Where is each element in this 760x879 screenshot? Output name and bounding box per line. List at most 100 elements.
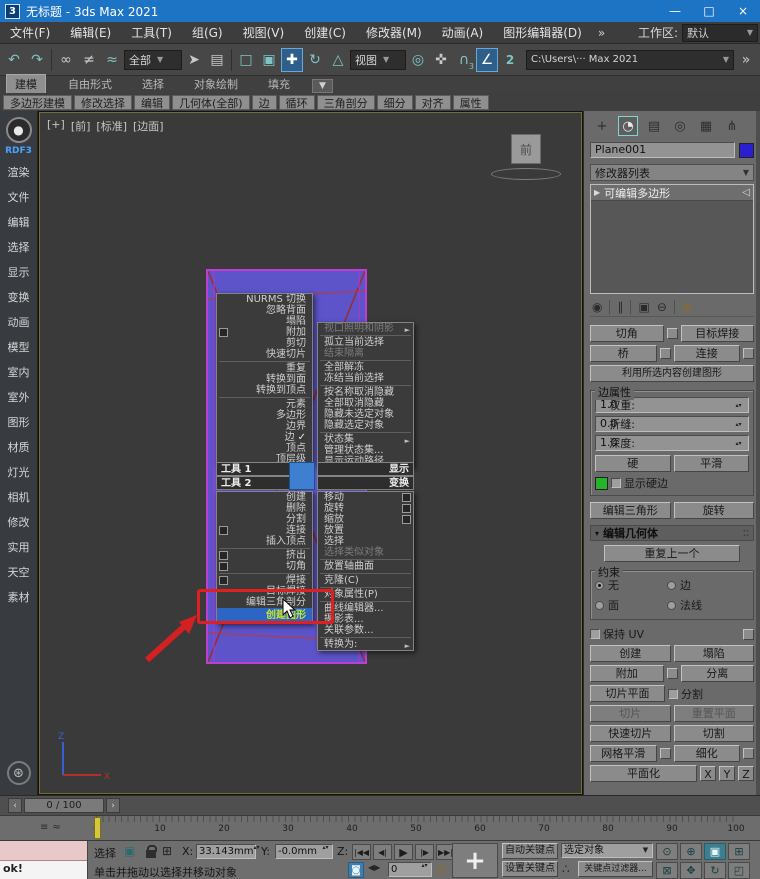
- select-and-link-icon[interactable]: ∞: [55, 48, 77, 72]
- ribbon-panel-button[interactable]: 对齐: [414, 94, 451, 110]
- settings-box-icon[interactable]: [402, 504, 411, 513]
- preserve-uv-settings-icon[interactable]: [743, 628, 754, 640]
- key-filters-button[interactable]: 关键点过滤器...: [578, 861, 653, 877]
- ribbon-tab[interactable]: 填充: [260, 75, 298, 93]
- maximize-button[interactable]: □: [692, 0, 726, 22]
- plugin-menu-item[interactable]: 文件: [0, 185, 37, 210]
- quad-menu-item[interactable]: 转换到顶点: [217, 385, 312, 396]
- y-coordinate-field[interactable]: -0.0mm ▴▾: [275, 844, 333, 859]
- menu-item[interactable]: 创建(C): [294, 22, 356, 44]
- chamfer-settings-icon[interactable]: [666, 328, 678, 339]
- prev-range-button[interactable]: ‹: [8, 798, 22, 813]
- time-slider[interactable]: [94, 817, 101, 839]
- ribbon-panel-button[interactable]: 边: [251, 94, 277, 110]
- quad-menu-item[interactable]: 状态集: [318, 434, 413, 445]
- auto-key-button[interactable]: 自动关键点: [502, 843, 558, 859]
- cut-button[interactable]: 切割: [673, 725, 754, 742]
- settings-box-icon[interactable]: [219, 562, 228, 571]
- plugin-menu-item[interactable]: 相机: [0, 485, 37, 510]
- preserve-uv-checkbox[interactable]: [590, 629, 600, 639]
- quad-menu-item[interactable]: 关联参数...: [318, 625, 413, 636]
- menu-item[interactable]: 组(G): [182, 22, 233, 44]
- quad-menu-item[interactable]: 按名称取消隐藏: [318, 387, 413, 398]
- plugin-menu-item[interactable]: 室外: [0, 385, 37, 410]
- expand-arrow-icon[interactable]: ▶: [594, 188, 600, 197]
- settings-box-icon[interactable]: [219, 551, 228, 560]
- ribbon-tab[interactable]: 对象绘制: [186, 75, 246, 93]
- play-button[interactable]: ▶: [394, 844, 413, 860]
- next-frame-button[interactable]: |▶: [415, 844, 434, 860]
- viewport[interactable]: [+] [前] [标准] [边面] 前 NURMS 切换 忽略背面 塌陷 附加 剪切 快速…: [38, 111, 583, 795]
- quad-menu-item[interactable]: 塌陷: [217, 316, 312, 327]
- plugin-menu-item[interactable]: 选择: [0, 235, 37, 260]
- reset-plane-button[interactable]: 重置平面: [673, 705, 754, 722]
- time-ruler[interactable]: ≡ ≈ 0102030405060708090100: [0, 815, 760, 840]
- plugin-menu-item[interactable]: 模型: [0, 335, 37, 360]
- display-hard-edges-checkbox[interactable]: [611, 478, 621, 488]
- ribbon-tab[interactable]: 自由形式: [60, 75, 120, 93]
- stack-visibility-icon[interactable]: ◁: [742, 187, 750, 198]
- select-and-move-button[interactable]: ✚: [281, 47, 303, 72]
- plugin-menu-item[interactable]: 灯光: [0, 460, 37, 485]
- pin-stack-icon[interactable]: ◉: [592, 300, 602, 314]
- undo-button[interactable]: ↶: [3, 48, 25, 72]
- use-pivot-center-icon[interactable]: ◎: [407, 48, 429, 72]
- ribbon-panel-button[interactable]: 几何体(全部): [172, 94, 250, 110]
- quad-menu-item[interactable]: 管理状态集...: [318, 445, 413, 456]
- constraint-edge-radio[interactable]: 边: [667, 577, 739, 593]
- ribbon-panel-button[interactable]: 多边形建模: [3, 94, 72, 110]
- listener-macro-row[interactable]: [0, 841, 87, 861]
- plugin-menu-item[interactable]: 变换: [0, 285, 37, 310]
- quickslice-button[interactable]: 快速切片: [590, 725, 671, 742]
- viewcube[interactable]: 前: [511, 134, 541, 164]
- viewport-menu-plus[interactable]: [+]: [47, 118, 65, 134]
- create-shape-button[interactable]: 利用所选内容创建图形: [590, 365, 754, 382]
- quad-menu-item[interactable]: 选择类似对象: [318, 547, 413, 558]
- modifier-stack-row[interactable]: ▶ 可编辑多边形 ◁: [591, 185, 753, 201]
- settings-box-icon[interactable]: [402, 493, 411, 502]
- quad-menu-item[interactable]: 剪切: [217, 338, 312, 349]
- quad-menu-item[interactable]: 挤出: [217, 550, 312, 561]
- spinner-arrows-icon[interactable]: ▴▾: [733, 421, 744, 428]
- modify-tab-icon[interactable]: ◔: [618, 116, 638, 136]
- absolute-offset-toggle-icon[interactable]: ⊞: [162, 844, 172, 858]
- quad-menu-item[interactable]: 边: [217, 432, 312, 443]
- select-and-scale-button[interactable]: △: [327, 48, 349, 72]
- quad-menu-item[interactable]: NURMS 切换: [217, 294, 312, 305]
- quad-menu-item[interactable]: 选择: [318, 536, 413, 547]
- object-name-field[interactable]: Plane001: [590, 142, 735, 158]
- project-folder-dropdown[interactable]: C:\Users\··· Max 2021 ▼: [526, 49, 734, 70]
- quad-menu-item[interactable]: 放置: [318, 525, 413, 536]
- repeat-last-button[interactable]: 重复上一个: [604, 545, 740, 562]
- bind-to-space-warp-icon[interactable]: ≈: [101, 48, 123, 72]
- time-configuration-icon[interactable]: ◷: [436, 862, 446, 876]
- select-and-rotate-button[interactable]: ↻: [304, 48, 326, 72]
- edit-geometry-header[interactable]: ▾ 编辑几何体 ⁚⁚: [590, 525, 754, 541]
- key-filters-paw-icon[interactable]: ∴: [562, 862, 570, 876]
- selection-filter-dropdown[interactable]: 全部 ▼: [124, 49, 182, 70]
- menu-item[interactable]: 编辑(E): [60, 22, 121, 44]
- attach-settings-icon[interactable]: [666, 668, 678, 679]
- select-object-icon[interactable]: ➤: [183, 48, 205, 72]
- hard-button[interactable]: 硬: [595, 455, 671, 472]
- ribbon-tab[interactable]: 选择: [134, 75, 172, 93]
- zoom-icon[interactable]: ⊙: [656, 843, 678, 860]
- settings-box-icon[interactable]: [219, 526, 228, 535]
- unlink-selection-icon[interactable]: ≠: [78, 48, 100, 72]
- plugin-menu-item[interactable]: 图形: [0, 410, 37, 435]
- selection-lock-region-icon[interactable]: ▣: [124, 844, 135, 858]
- make-unique-icon[interactable]: ▣: [638, 300, 649, 314]
- plugin-menu-item[interactable]: 渲染: [0, 160, 37, 185]
- spinner-arrows-icon[interactable]: ▴▾: [733, 440, 744, 447]
- quad-menu-item[interactable]: 附加: [217, 327, 312, 338]
- slice-plane-button[interactable]: 切片平面: [590, 685, 665, 702]
- zoom-all-icon[interactable]: ⊕: [680, 843, 702, 860]
- quad-menu-item[interactable]: 创建: [217, 492, 312, 503]
- rectangular-selection-region-icon[interactable]: □: [235, 48, 257, 72]
- set-key-button[interactable]: 设置关键点: [502, 861, 558, 877]
- quad-menu-item[interactable]: 多边形: [217, 410, 312, 421]
- minimize-button[interactable]: —: [658, 0, 692, 22]
- percent-snap-toggle-icon[interactable]: 2: [499, 48, 521, 72]
- plugin-menu-item[interactable]: 修改: [0, 510, 37, 535]
- zoom-extents-all-icon[interactable]: ⊞: [728, 843, 750, 860]
